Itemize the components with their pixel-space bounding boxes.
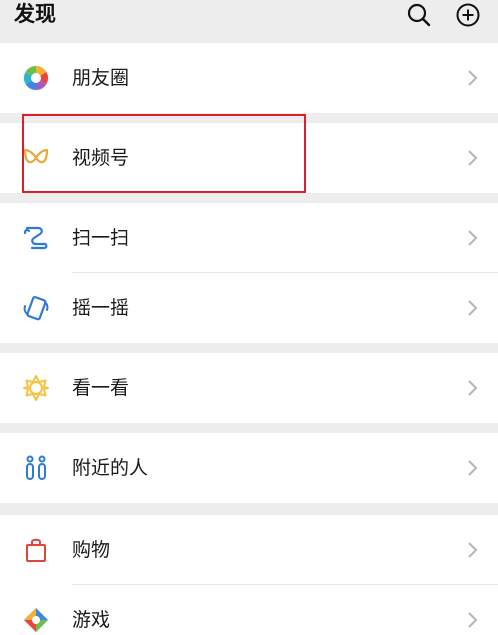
discover-header: 发现 (0, 0, 498, 42)
group-moments: 朋友圈 (0, 43, 498, 113)
group-shopping-games: 购物 游戏 (0, 515, 498, 635)
moments-aperture-icon (22, 64, 50, 92)
scan-icon (22, 224, 50, 252)
menu-item-people-nearby[interactable]: 附近的人 (0, 433, 498, 503)
menu-item-label: 扫一扫 (72, 227, 130, 249)
menu-item-shopping[interactable]: 购物 (0, 515, 498, 585)
group-people-nearby: 附近的人 (0, 433, 498, 503)
menu-item-moments[interactable]: 朋友圈 (0, 43, 498, 113)
chevron-right-icon (468, 300, 478, 316)
chevron-right-icon (468, 150, 478, 166)
page-title: 发现 (14, 2, 56, 26)
games-diamond-icon (22, 606, 50, 634)
chevron-right-icon (468, 230, 478, 246)
search-icon (407, 3, 431, 27)
chevron-right-icon (468, 380, 478, 396)
menu-item-label: 购物 (72, 539, 111, 561)
group-top-stories: 看一看 (0, 353, 498, 423)
plus-circle-icon (456, 3, 480, 27)
shake-phone-icon (22, 294, 50, 322)
shopping-bag-icon (22, 536, 50, 564)
chevron-right-icon (468, 542, 478, 558)
chevron-right-icon (468, 612, 478, 628)
menu-item-top-stories[interactable]: 看一看 (0, 353, 498, 423)
search-button[interactable] (404, 1, 434, 29)
menu-item-label: 视频号 (72, 147, 130, 169)
menu-item-label: 看一看 (72, 377, 130, 399)
menu-item-label: 游戏 (72, 609, 111, 631)
menu-item-label: 摇一摇 (72, 297, 130, 319)
menu-item-channels[interactable]: 视频号 (0, 123, 498, 193)
add-button[interactable] (453, 1, 483, 29)
group-scan-shake: 扫一扫 摇一摇 (0, 203, 498, 343)
chevron-right-icon (468, 460, 478, 476)
group-channels: 视频号 (0, 123, 498, 193)
menu-item-label: 朋友圈 (72, 67, 130, 89)
menu-item-label: 附近的人 (72, 457, 149, 479)
chevron-right-icon (468, 70, 478, 86)
channels-butterfly-icon (22, 144, 50, 172)
menu-item-games[interactable]: 游戏 (0, 585, 498, 635)
menu-item-shake[interactable]: 摇一摇 (0, 273, 498, 343)
menu-item-scan[interactable]: 扫一扫 (0, 203, 498, 273)
people-nearby-icon (22, 454, 50, 482)
top-stories-icon (22, 374, 50, 402)
